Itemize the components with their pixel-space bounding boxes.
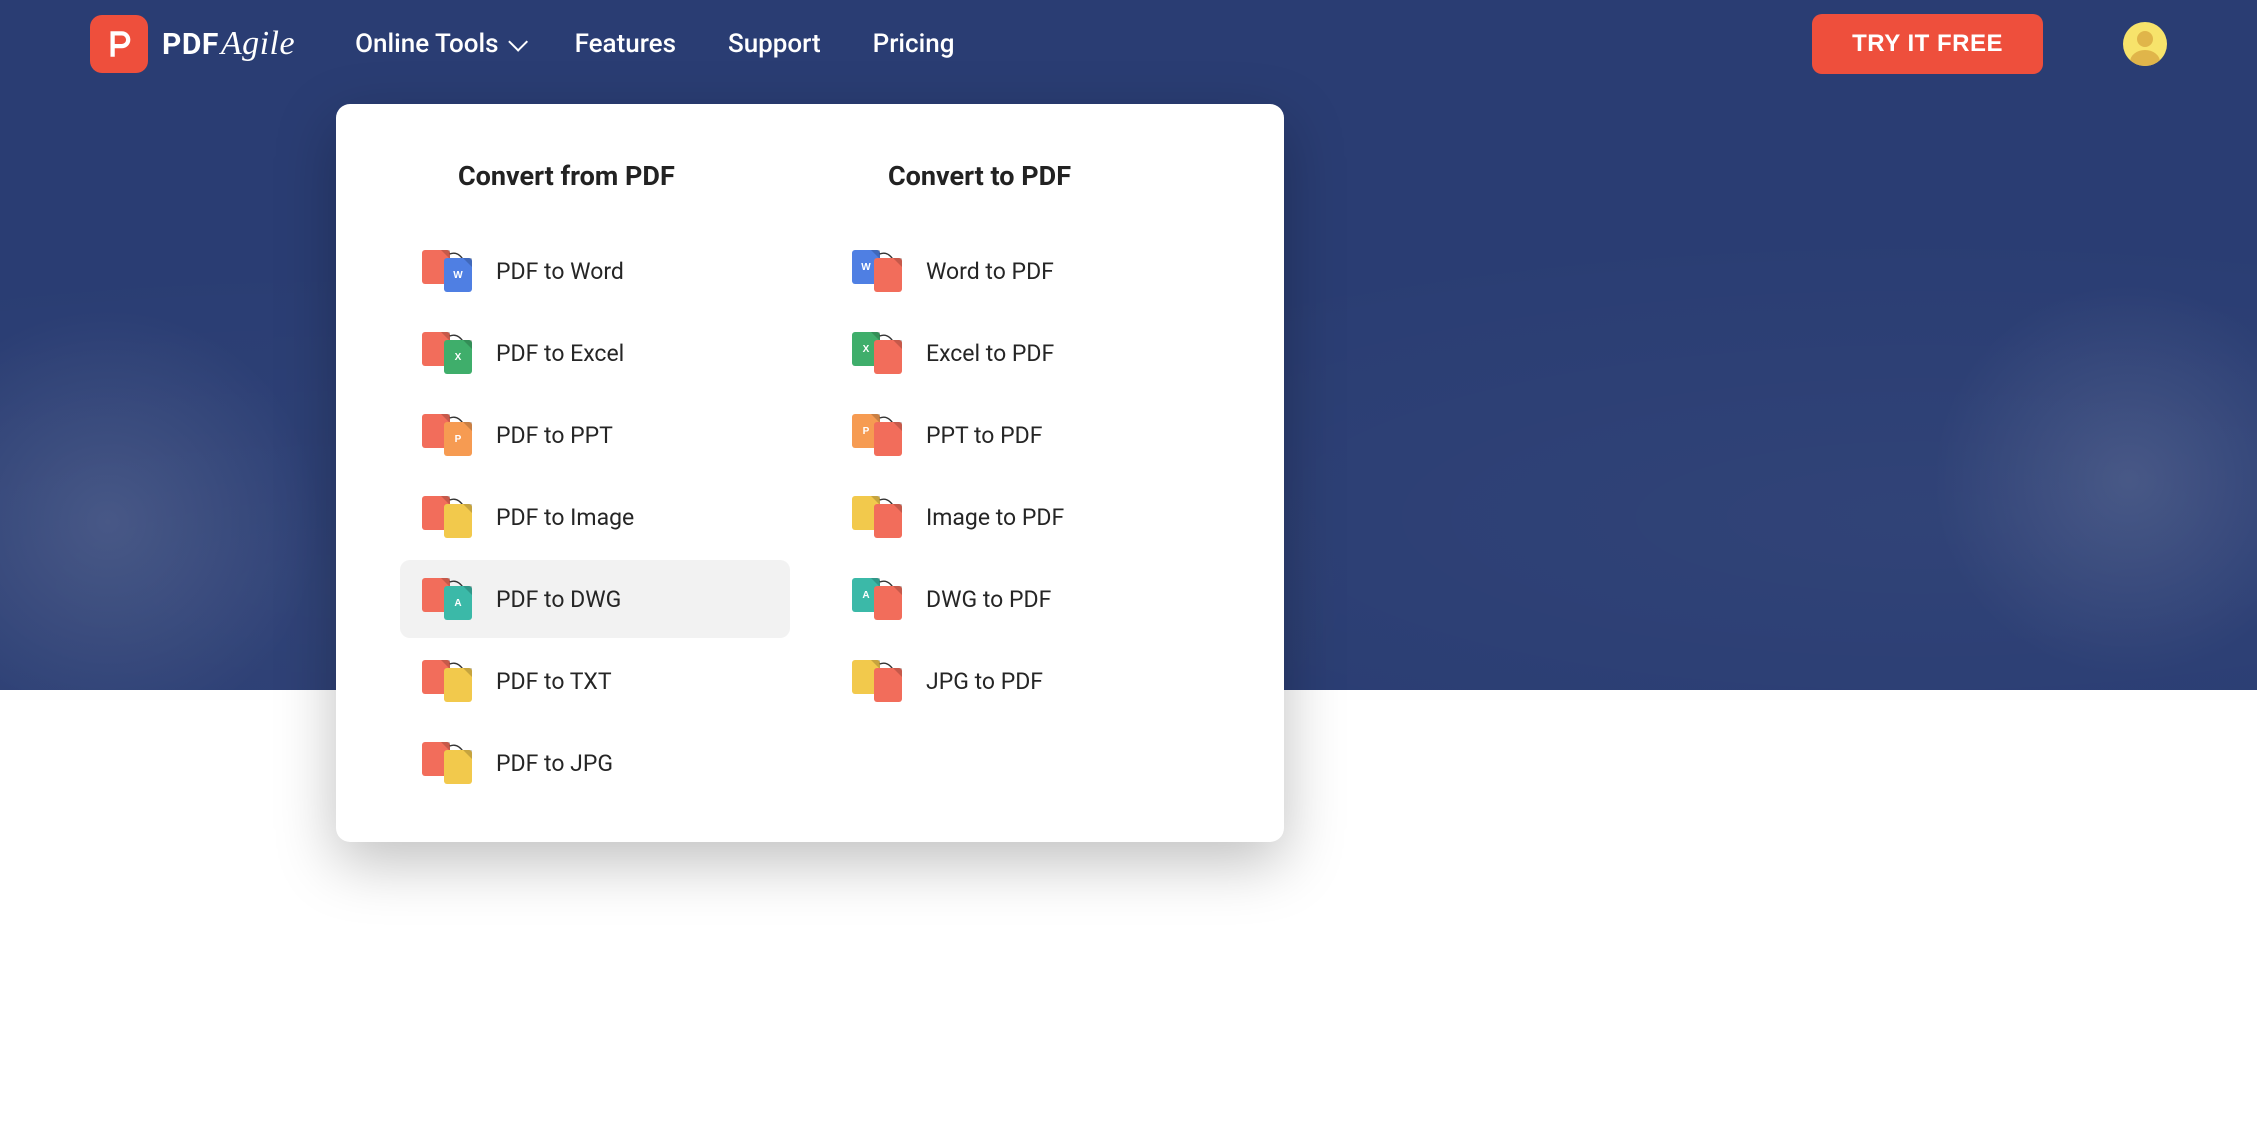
item-label: PDF to Image — [496, 504, 634, 531]
tool-to-word-to-pdf[interactable]: W Word to PDF — [830, 232, 1220, 310]
nav-support[interactable]: Support — [728, 29, 821, 59]
item-label: JPG to PDF — [926, 668, 1043, 695]
try-free-button[interactable]: TRY IT FREE — [1812, 14, 2043, 74]
file-pair-icon: X — [422, 332, 472, 374]
tool-to-jpg-to-pdf[interactable]: JPG to PDF — [830, 642, 1220, 720]
file-pair-icon: P — [422, 414, 472, 456]
tool-from-pdf-to-image[interactable]: PDF to Image — [400, 478, 790, 556]
item-label: PDF to JPG — [496, 750, 613, 777]
item-label: PDF to Word — [496, 258, 624, 285]
file-pair-icon: W — [422, 250, 472, 292]
col-convert-from: Convert from PDF W PDF to Word X PDF to Exc… — [400, 160, 790, 802]
nav-online-tools[interactable]: Online Tools — [355, 29, 523, 59]
item-label: DWG to PDF — [926, 586, 1051, 613]
file-pair-icon — [422, 496, 472, 538]
col-from-title: Convert from PDF — [400, 160, 790, 192]
file-pair-icon — [422, 742, 472, 784]
nav-pricing[interactable]: Pricing — [873, 29, 955, 59]
logo[interactable]: PDFAgile — [90, 15, 295, 73]
item-label: Excel to PDF — [926, 340, 1054, 367]
item-label: PPT to PDF — [926, 422, 1042, 449]
tool-from-pdf-to-dwg[interactable]: A PDF to DWG — [400, 560, 790, 638]
col-to-title: Convert to PDF — [830, 160, 1220, 192]
tool-from-pdf-to-word[interactable]: W PDF to Word — [400, 232, 790, 310]
tool-from-pdf-to-ppt[interactable]: P PDF to PPT — [400, 396, 790, 474]
tool-from-pdf-to-excel[interactable]: X PDF to Excel — [400, 314, 790, 392]
nav-links: Online Tools Features Support Pricing — [355, 29, 954, 59]
tool-to-excel-to-pdf[interactable]: X Excel to PDF — [830, 314, 1220, 392]
tool-from-pdf-to-txt[interactable]: PDF to TXT — [400, 642, 790, 720]
nav-features[interactable]: Features — [575, 29, 676, 59]
item-label: PDF to Excel — [496, 340, 624, 367]
online-tools-dropdown: Convert from PDF W PDF to Word X PDF to Exc… — [336, 104, 1284, 842]
top-nav: PDFAgile Online Tools Features Support P… — [0, 0, 2257, 74]
tool-to-image-to-pdf[interactable]: Image to PDF — [830, 478, 1220, 556]
file-pair-icon — [422, 660, 472, 702]
file-pair-icon: A — [852, 578, 902, 620]
file-pair-icon: X — [852, 332, 902, 374]
file-pair-icon — [852, 660, 902, 702]
item-label: PDF to TXT — [496, 668, 612, 695]
item-label: Image to PDF — [926, 504, 1064, 531]
item-label: Word to PDF — [926, 258, 1054, 285]
chevron-down-icon — [508, 32, 528, 52]
tool-from-pdf-to-jpg[interactable]: PDF to JPG — [400, 724, 790, 802]
item-label: PDF to PPT — [496, 422, 613, 449]
logo-mark-icon — [90, 15, 148, 73]
tool-to-dwg-to-pdf[interactable]: A DWG to PDF — [830, 560, 1220, 638]
logo-text: PDFAgile — [162, 25, 295, 63]
file-pair-icon: W — [852, 250, 902, 292]
col-convert-to: Convert to PDF W Word to PDF X Excel to PDF… — [830, 160, 1220, 802]
file-pair-icon: P — [852, 414, 902, 456]
file-pair-icon: A — [422, 578, 472, 620]
tool-to-ppt-to-pdf[interactable]: P PPT to PDF — [830, 396, 1220, 474]
item-label: PDF to DWG — [496, 586, 621, 613]
avatar[interactable] — [2123, 22, 2167, 66]
file-pair-icon — [852, 496, 902, 538]
